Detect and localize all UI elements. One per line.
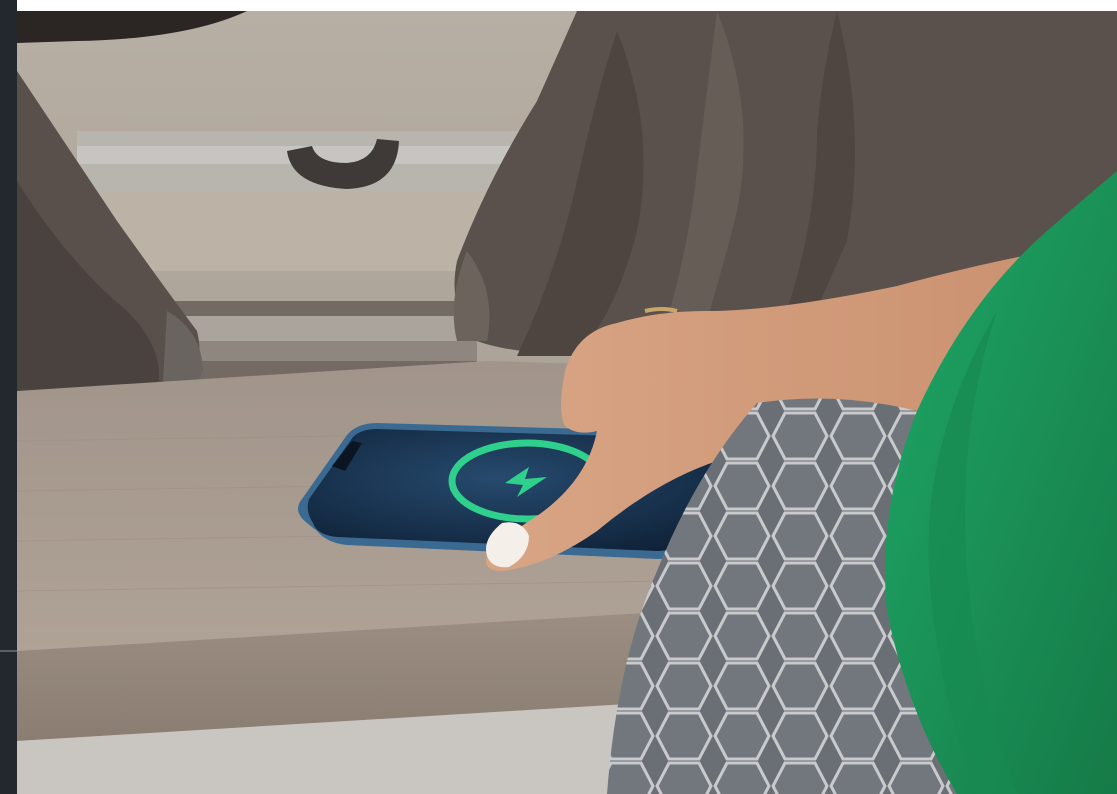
sidebar-divider <box>0 650 17 652</box>
ring <box>644 307 678 313</box>
top-bar <box>17 0 1117 11</box>
dark-sidebar <box>0 0 17 794</box>
lifestyle-photo <box>17 11 1117 794</box>
